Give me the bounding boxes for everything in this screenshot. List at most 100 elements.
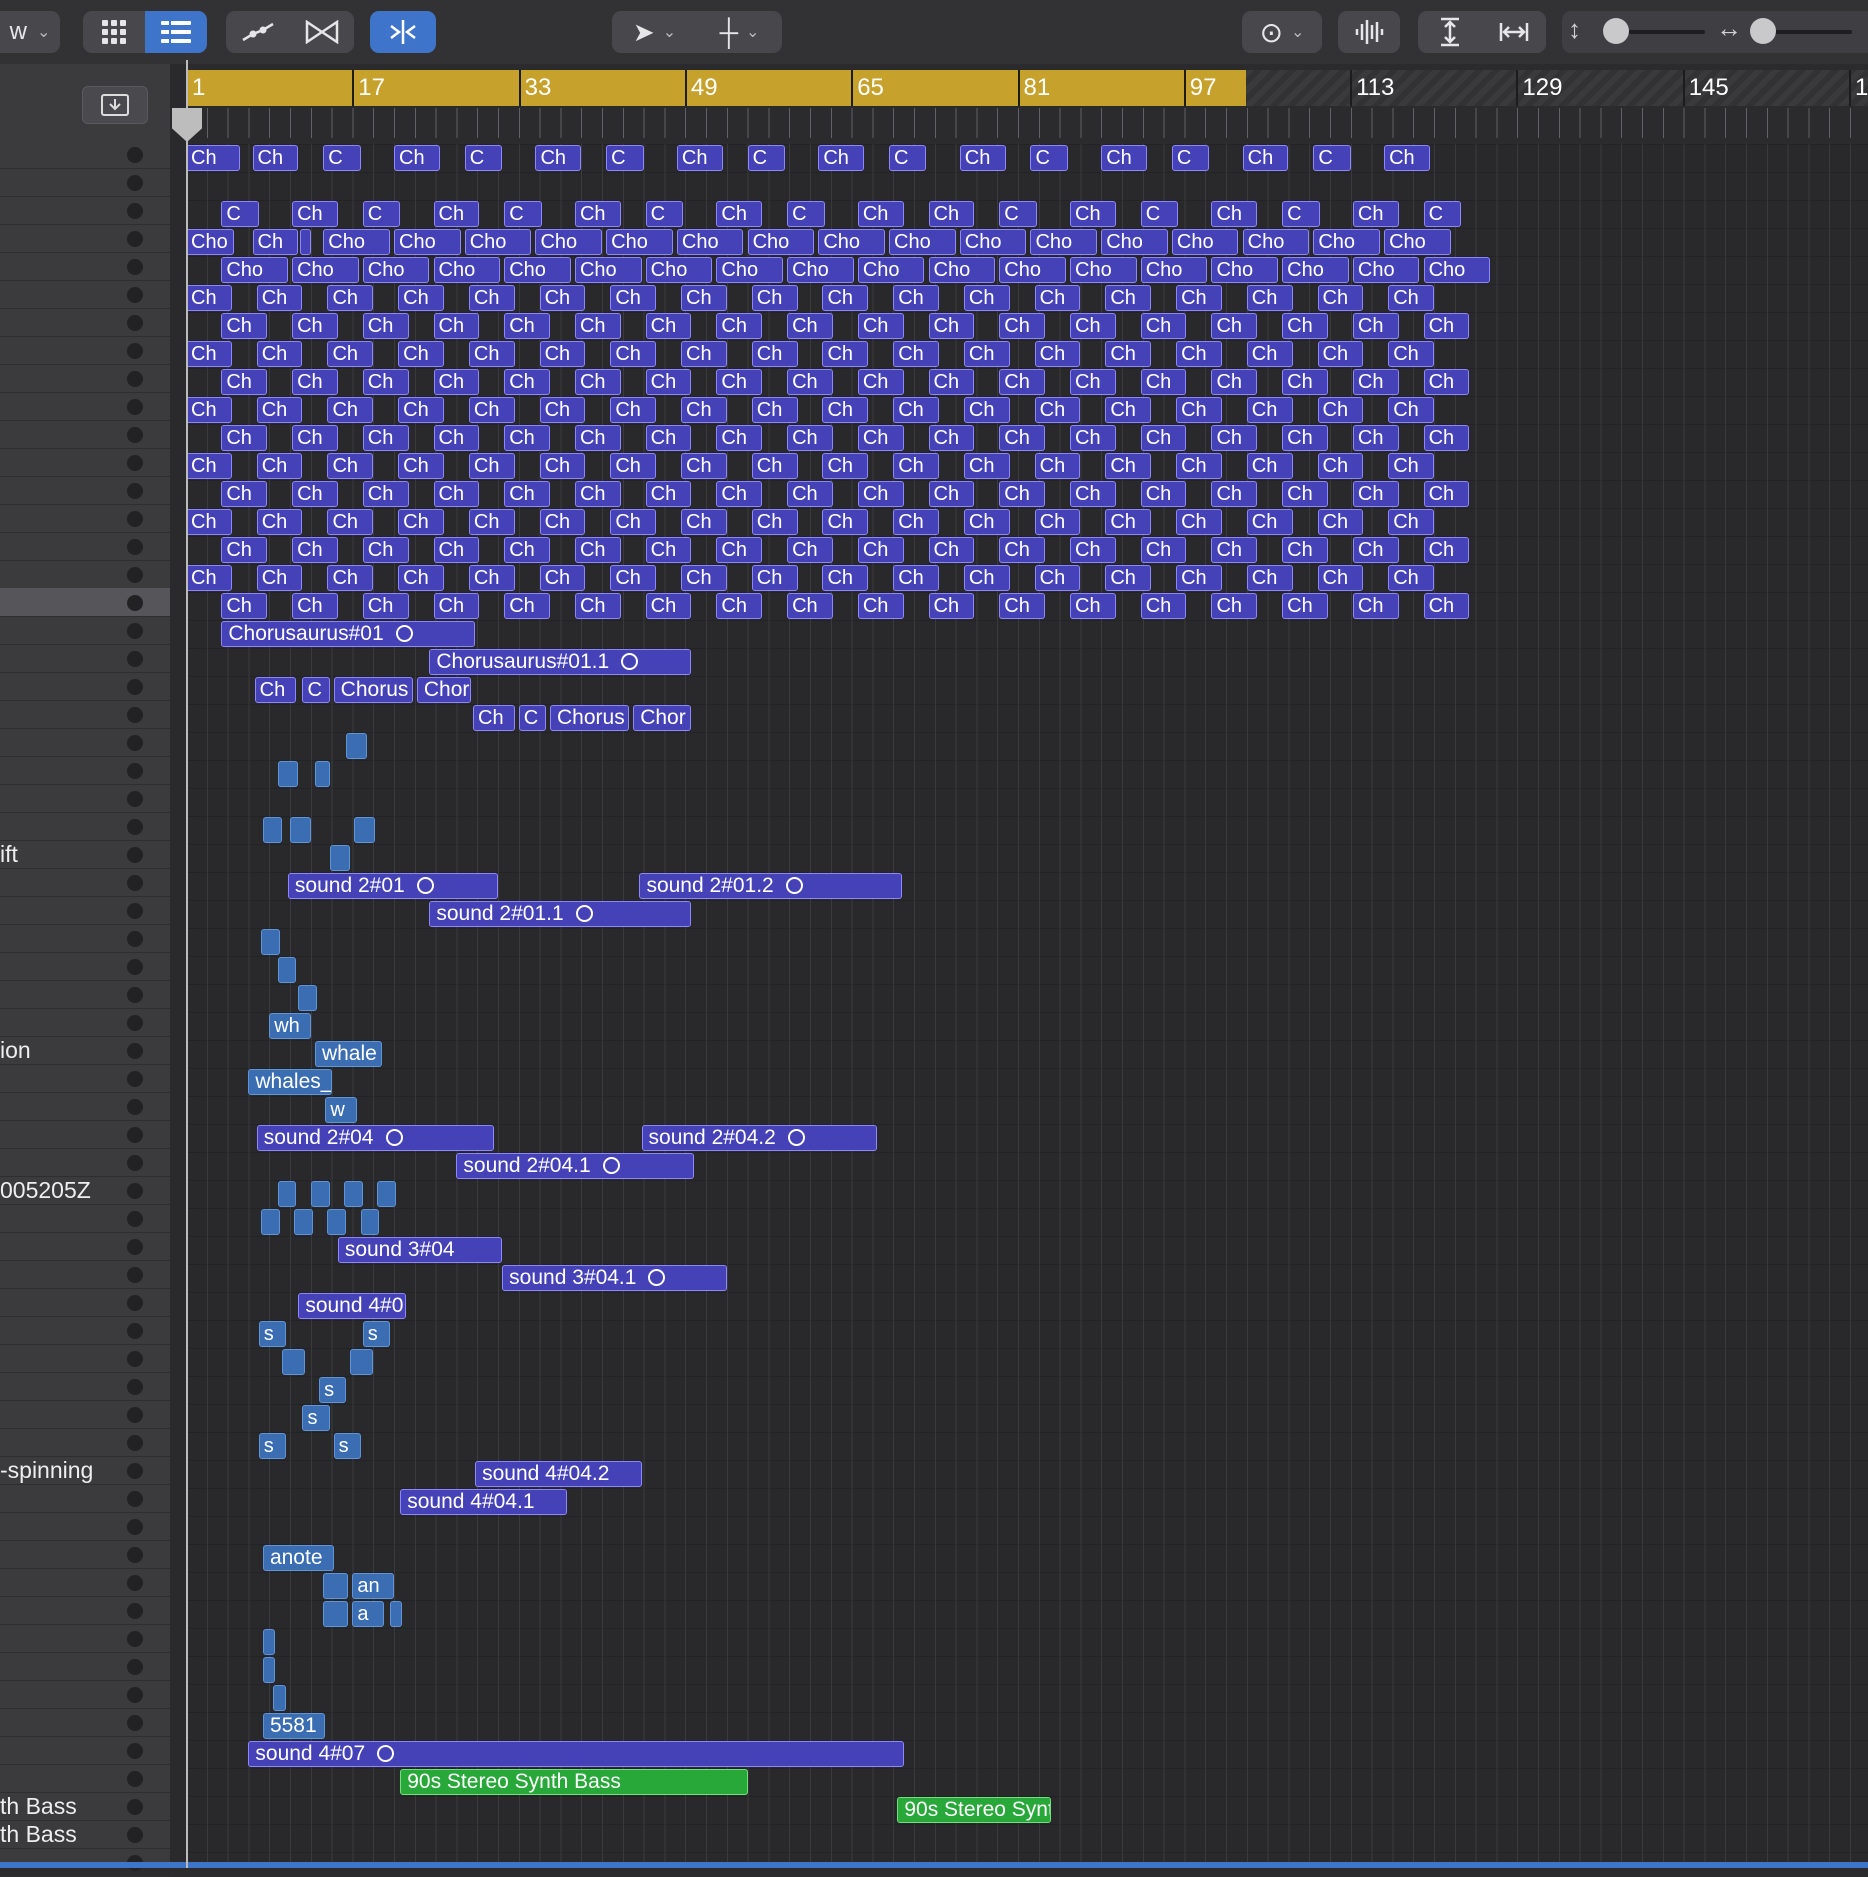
track-header[interactable] [0, 1288, 170, 1317]
midi-region[interactable]: Ch [433, 425, 480, 451]
midi-region[interactable]: Ch [574, 593, 621, 619]
midi-region[interactable]: Cho [323, 229, 390, 255]
midi-region[interactable]: Ch [574, 313, 621, 339]
horizontal-fit-button[interactable] [1482, 11, 1546, 53]
midi-region[interactable]: Ch [398, 453, 444, 479]
midi-region[interactable]: Ch [1352, 537, 1399, 563]
pattern-region[interactable]: a [352, 1601, 384, 1627]
midi-region[interactable]: C [221, 201, 259, 227]
track-header[interactable] [0, 644, 170, 673]
midi-region[interactable]: Cho [574, 257, 642, 283]
track-header[interactable]: th Bass [0, 1820, 170, 1849]
track-header[interactable] [0, 224, 170, 253]
record-enable-icon[interactable] [127, 231, 143, 247]
midi-region[interactable]: Ch [681, 565, 727, 591]
midi-region[interactable]: Ch [504, 537, 550, 563]
midi-region[interactable]: Ch [963, 285, 1010, 311]
midi-region[interactable]: Ch [327, 397, 374, 423]
midi-region[interactable]: Ch [504, 369, 550, 395]
midi-region[interactable]: Ch [1176, 453, 1222, 479]
midi-region[interactable]: Ch [1140, 313, 1187, 339]
midi-region[interactable]: Cho [606, 229, 673, 255]
audio-region[interactable]: 90s Stereo Synth Bass [400, 1769, 748, 1795]
midi-region[interactable]: Ch [433, 481, 480, 507]
midi-region[interactable]: Ch [186, 341, 232, 367]
midi-region[interactable]: Ch [1034, 565, 1081, 591]
track-header[interactable] [0, 1400, 170, 1429]
midi-region[interactable]: Ch [362, 481, 409, 507]
midi-region[interactable]: Cho [535, 229, 602, 255]
midi-region[interactable]: Ch [292, 481, 338, 507]
pattern-region[interactable] [277, 761, 299, 787]
midi-region[interactable]: Ch [857, 537, 904, 563]
midi-region[interactable]: Ch [857, 481, 904, 507]
midi-region[interactable]: Ch [1423, 369, 1470, 395]
midi-region[interactable]: Ch [433, 593, 480, 619]
record-enable-icon[interactable] [127, 1211, 143, 1227]
midi-region[interactable]: Ch [504, 313, 550, 339]
midi-region[interactable]: Ch [574, 425, 621, 451]
midi-region[interactable]: sound 3#04.1 [502, 1265, 727, 1291]
left-click-tool-menu[interactable]: ➤ ⌄ [612, 11, 697, 53]
view-menu-button[interactable]: w ⌄ [0, 11, 60, 53]
midi-region[interactable]: Ch [574, 481, 621, 507]
record-enable-icon[interactable] [127, 1827, 143, 1843]
midi-region[interactable]: Ch [221, 537, 268, 563]
midi-region[interactable]: sound 2#01.2 [639, 873, 902, 899]
midi-region[interactable]: Ch [186, 397, 232, 423]
midi-region[interactable]: Ch [1317, 565, 1364, 591]
record-enable-icon[interactable] [127, 1799, 143, 1815]
midi-region[interactable]: Ch [751, 341, 798, 367]
track-header[interactable] [0, 336, 170, 365]
midi-region[interactable]: Ch [1176, 565, 1222, 591]
record-enable-icon[interactable] [127, 1547, 143, 1563]
record-enable-icon[interactable] [127, 399, 143, 415]
pattern-region[interactable] [323, 1573, 349, 1599]
record-enable-icon[interactable] [127, 1127, 143, 1143]
midi-region[interactable]: Ch [1388, 509, 1434, 535]
midi-region[interactable]: Ch [1246, 341, 1293, 367]
midi-region[interactable]: Ch [398, 565, 444, 591]
ruler[interactable]: 1 17 33 49 65 81 97 113 129 145 16 [186, 64, 1868, 144]
midi-region[interactable]: C [362, 201, 401, 227]
midi-region[interactable]: Ch [857, 425, 904, 451]
midi-region[interactable]: Ch [999, 425, 1046, 451]
midi-region[interactable]: Ch [1070, 369, 1116, 395]
record-enable-icon[interactable] [127, 483, 143, 499]
midi-region[interactable]: Ch [362, 537, 409, 563]
midi-region[interactable]: sound 2#04.2 [641, 1125, 877, 1151]
track-header[interactable] [0, 1092, 170, 1121]
record-enable-icon[interactable] [127, 175, 143, 191]
track-header[interactable] [0, 1708, 170, 1737]
midi-region[interactable]: Ch [256, 453, 303, 479]
record-enable-icon[interactable] [127, 707, 143, 723]
midi-region[interactable]: Ch [539, 397, 586, 423]
tracks-area[interactable]: Ch Ch C Ch C Ch C Ch C Ch C Ch C Ch C Ch C Ch C Ch C Ch C Ch C Ch… [186, 144, 1868, 1868]
midi-region[interactable]: Ch [787, 425, 833, 451]
midi-region[interactable]: Ch [999, 537, 1046, 563]
track-header[interactable] [0, 1344, 170, 1373]
record-enable-icon[interactable] [127, 343, 143, 359]
midi-region[interactable]: Ch [186, 285, 232, 311]
midi-region[interactable]: Ch [1211, 369, 1258, 395]
record-enable-icon[interactable] [127, 1323, 143, 1339]
track-header[interactable] [0, 616, 170, 645]
track-header[interactable] [0, 476, 170, 505]
record-enable-icon[interactable] [127, 1715, 143, 1731]
track-header[interactable] [0, 196, 170, 225]
midi-region[interactable]: Ch [1246, 509, 1293, 535]
midi-region[interactable]: Ch [1140, 593, 1187, 619]
midi-region[interactable]: Ch [1070, 481, 1116, 507]
midi-region[interactable]: Cho [1030, 229, 1098, 255]
midi-region[interactable]: Ch [1246, 285, 1293, 311]
midi-region[interactable]: Ch [1317, 397, 1364, 423]
record-enable-icon[interactable] [127, 1183, 143, 1199]
record-enable-icon[interactable] [127, 791, 143, 807]
midi-region[interactable]: Ch [928, 201, 975, 227]
pattern-region[interactable] [277, 957, 297, 983]
midi-region[interactable]: Ch [645, 537, 692, 563]
pattern-region[interactable] [298, 985, 318, 1011]
midi-region[interactable]: Cho [645, 257, 713, 283]
midi-region[interactable]: Ch [468, 509, 515, 535]
midi-region[interactable]: Cho [464, 229, 532, 255]
